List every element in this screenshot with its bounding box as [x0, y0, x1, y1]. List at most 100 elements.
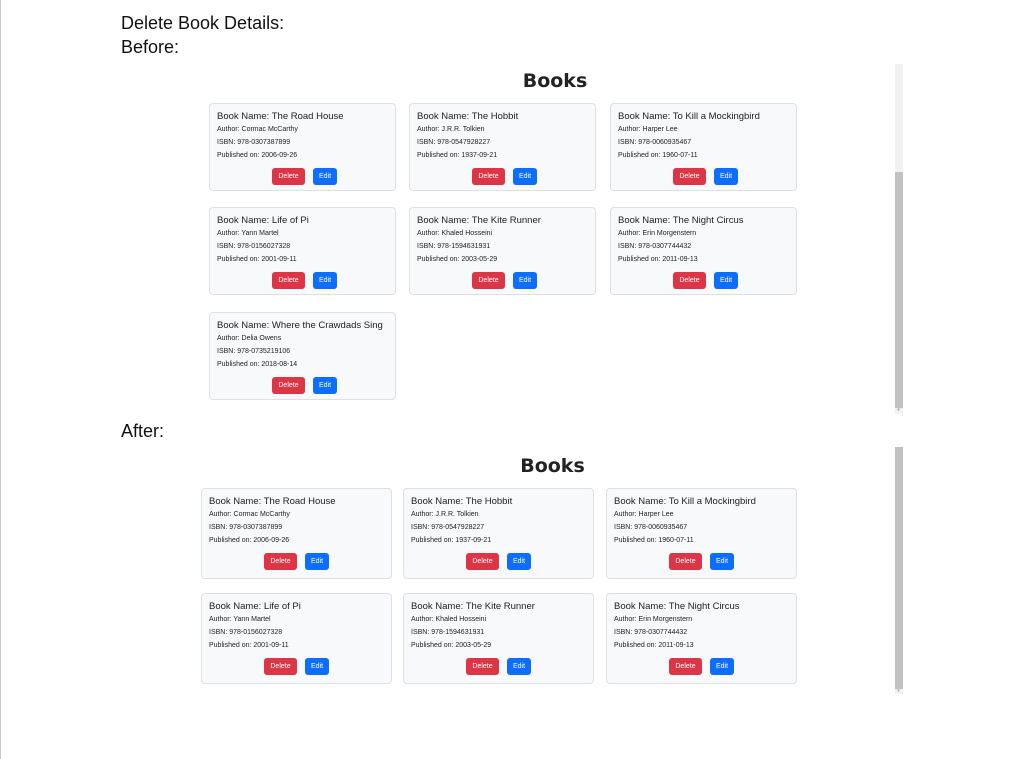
- book-published: Published on: 1960-07-11: [618, 152, 698, 159]
- edit-button[interactable]: Edit: [313, 168, 337, 185]
- page-heading: Delete Book Details:: [121, 13, 285, 33]
- book-name: Book Name: The Road House: [217, 111, 344, 122]
- book-name: Book Name: The Kite Runner: [411, 601, 535, 612]
- book-name: Book Name: The Night Circus: [618, 215, 744, 226]
- book-published: Published on: 2003-05-29: [417, 256, 498, 263]
- before-scrollbar-thumb[interactable]: [895, 172, 903, 408]
- book-author: Author: J.R.R. Tolkien: [411, 511, 479, 518]
- book-author: Author: Khaled Hosseini: [417, 230, 493, 237]
- book-published: Published on: 2006-09-26: [209, 537, 290, 544]
- edit-button[interactable]: Edit: [714, 272, 738, 289]
- book-published: Published on: 2001-09-11: [217, 256, 297, 263]
- edit-button[interactable]: Edit: [313, 377, 337, 394]
- book-author: Author: Cormac McCarthy: [209, 511, 290, 518]
- delete-button[interactable]: Delete: [272, 377, 305, 394]
- book-isbn: ISBN: 978-1594631931: [411, 629, 485, 636]
- edit-button[interactable]: Edit: [714, 168, 738, 185]
- after-screenshot: Books Book Name: The Road House Author: …: [195, 447, 910, 694]
- book-card: Book Name: The Hobbit Author: J.R.R. Tol…: [409, 103, 596, 191]
- delete-button[interactable]: Delete: [264, 658, 297, 675]
- delete-button[interactable]: Delete: [669, 553, 702, 570]
- book-card: Book Name: The Hobbit Author: J.R.R. Tol…: [403, 488, 594, 579]
- before-books-title: Books: [522, 70, 588, 92]
- book-name: Book Name: To Kill a Mockingbird: [614, 496, 756, 507]
- delete-button[interactable]: Delete: [673, 272, 706, 289]
- book-card: Book Name: Life of Pi Author: Yann Marte…: [201, 593, 392, 684]
- book-author: Author: Delia Owens: [217, 335, 282, 342]
- before-scrollbar[interactable]: ▾: [895, 64, 903, 414]
- book-isbn: ISBN: 978-0060935467: [618, 139, 692, 146]
- after-books-title: Books: [520, 455, 585, 477]
- book-card: Book Name: The Road House Author: Cormac…: [201, 488, 392, 579]
- edit-button[interactable]: Edit: [513, 168, 537, 185]
- edit-button[interactable]: Edit: [710, 553, 734, 570]
- book-card: Book Name: Where the Crawdads Sing Autho…: [209, 312, 396, 400]
- book-published: Published on: 2006-09-26: [217, 152, 298, 159]
- book-published: Published on: 2018-08-14: [217, 361, 298, 368]
- delete-button[interactable]: Delete: [272, 272, 305, 289]
- book-card: Book Name: To Kill a Mockingbird Author:…: [610, 103, 797, 191]
- edit-button[interactable]: Edit: [305, 553, 329, 570]
- book-isbn: ISBN: 978-0307387899: [217, 139, 291, 146]
- book-name: Book Name: The Kite Runner: [417, 215, 541, 226]
- book-isbn: ISBN: 978-0060935467: [614, 524, 688, 531]
- book-name: Book Name: Life of Pi: [217, 215, 309, 226]
- book-author: Author: Erin Morgenstern: [614, 616, 693, 623]
- delete-button[interactable]: Delete: [272, 168, 305, 185]
- after-scrollbar-thumb[interactable]: [895, 447, 903, 689]
- book-author: Author: J.R.R. Tolkien: [417, 126, 485, 133]
- book-isbn: ISBN: 978-0735219106: [217, 348, 291, 355]
- edit-button[interactable]: Edit: [513, 272, 537, 289]
- book-name: Book Name: Where the Crawdads Sing: [217, 320, 383, 331]
- edit-button[interactable]: Edit: [313, 272, 337, 289]
- book-isbn: ISBN: 978-0547928227: [411, 524, 485, 531]
- book-card: Book Name: The Night Circus Author: Erin…: [606, 593, 797, 684]
- book-isbn: ISBN: 978-0156027328: [217, 243, 291, 250]
- book-author: Author: Harper Lee: [614, 511, 674, 518]
- book-isbn: ISBN: 978-0156027328: [209, 629, 283, 636]
- book-published: Published on: 1960-07-11: [614, 537, 694, 544]
- book-author: Author: Cormac McCarthy: [217, 126, 298, 133]
- delete-button[interactable]: Delete: [472, 272, 505, 289]
- delete-button[interactable]: Delete: [466, 658, 499, 675]
- page-left-border: [0, 0, 1, 759]
- delete-button[interactable]: Delete: [472, 168, 505, 185]
- book-published: Published on: 2003-05-29: [411, 642, 492, 649]
- book-name: Book Name: The Road House: [209, 496, 336, 507]
- book-published: Published on: 2011-09-13: [618, 256, 698, 263]
- edit-button[interactable]: Edit: [710, 658, 734, 675]
- book-author: Author: Yann Martel: [209, 616, 271, 623]
- book-card: Book Name: The Kite Runner Author: Khale…: [409, 207, 596, 295]
- book-name: Book Name: To Kill a Mockingbird: [618, 111, 760, 122]
- book-isbn: ISBN: 978-0307744432: [614, 629, 688, 636]
- book-name: Book Name: Life of Pi: [209, 601, 301, 612]
- book-card: Book Name: The Night Circus Author: Erin…: [610, 207, 797, 295]
- book-published: Published on: 1937-09-21: [411, 537, 492, 544]
- book-name: Book Name: The Hobbit: [411, 496, 513, 507]
- delete-button[interactable]: Delete: [466, 553, 499, 570]
- delete-button[interactable]: Delete: [669, 658, 702, 675]
- book-author: Author: Erin Morgenstern: [618, 230, 697, 237]
- delete-button[interactable]: Delete: [264, 553, 297, 570]
- book-name: Book Name: The Hobbit: [417, 111, 519, 122]
- after-scrollbar[interactable]: ▾: [895, 447, 903, 694]
- book-isbn: ISBN: 978-0547928227: [417, 139, 491, 146]
- book-author: Author: Harper Lee: [618, 126, 678, 133]
- scroll-down-arrow-icon[interactable]: ▾: [895, 688, 902, 694]
- edit-button[interactable]: Edit: [507, 658, 531, 675]
- book-published: Published on: 2011-09-13: [614, 642, 694, 649]
- edit-button[interactable]: Edit: [507, 553, 531, 570]
- book-name: Book Name: The Night Circus: [614, 601, 740, 612]
- book-card: Book Name: To Kill a Mockingbird Author:…: [606, 488, 797, 579]
- book-published: Published on: 2001-09-11: [209, 642, 289, 649]
- book-isbn: ISBN: 978-1594631931: [417, 243, 491, 250]
- book-card: Book Name: Life of Pi Author: Yann Marte…: [209, 207, 396, 295]
- book-card: Book Name: The Road House Author: Cormac…: [209, 103, 396, 191]
- scroll-down-arrow-icon[interactable]: ▾: [895, 407, 902, 413]
- delete-button[interactable]: Delete: [673, 168, 706, 185]
- before-label: Before:: [121, 37, 180, 57]
- after-label: After:: [121, 421, 165, 441]
- edit-button[interactable]: Edit: [305, 658, 329, 675]
- book-isbn: ISBN: 978-0307387899: [209, 524, 283, 531]
- book-isbn: ISBN: 978-0307744432: [618, 243, 692, 250]
